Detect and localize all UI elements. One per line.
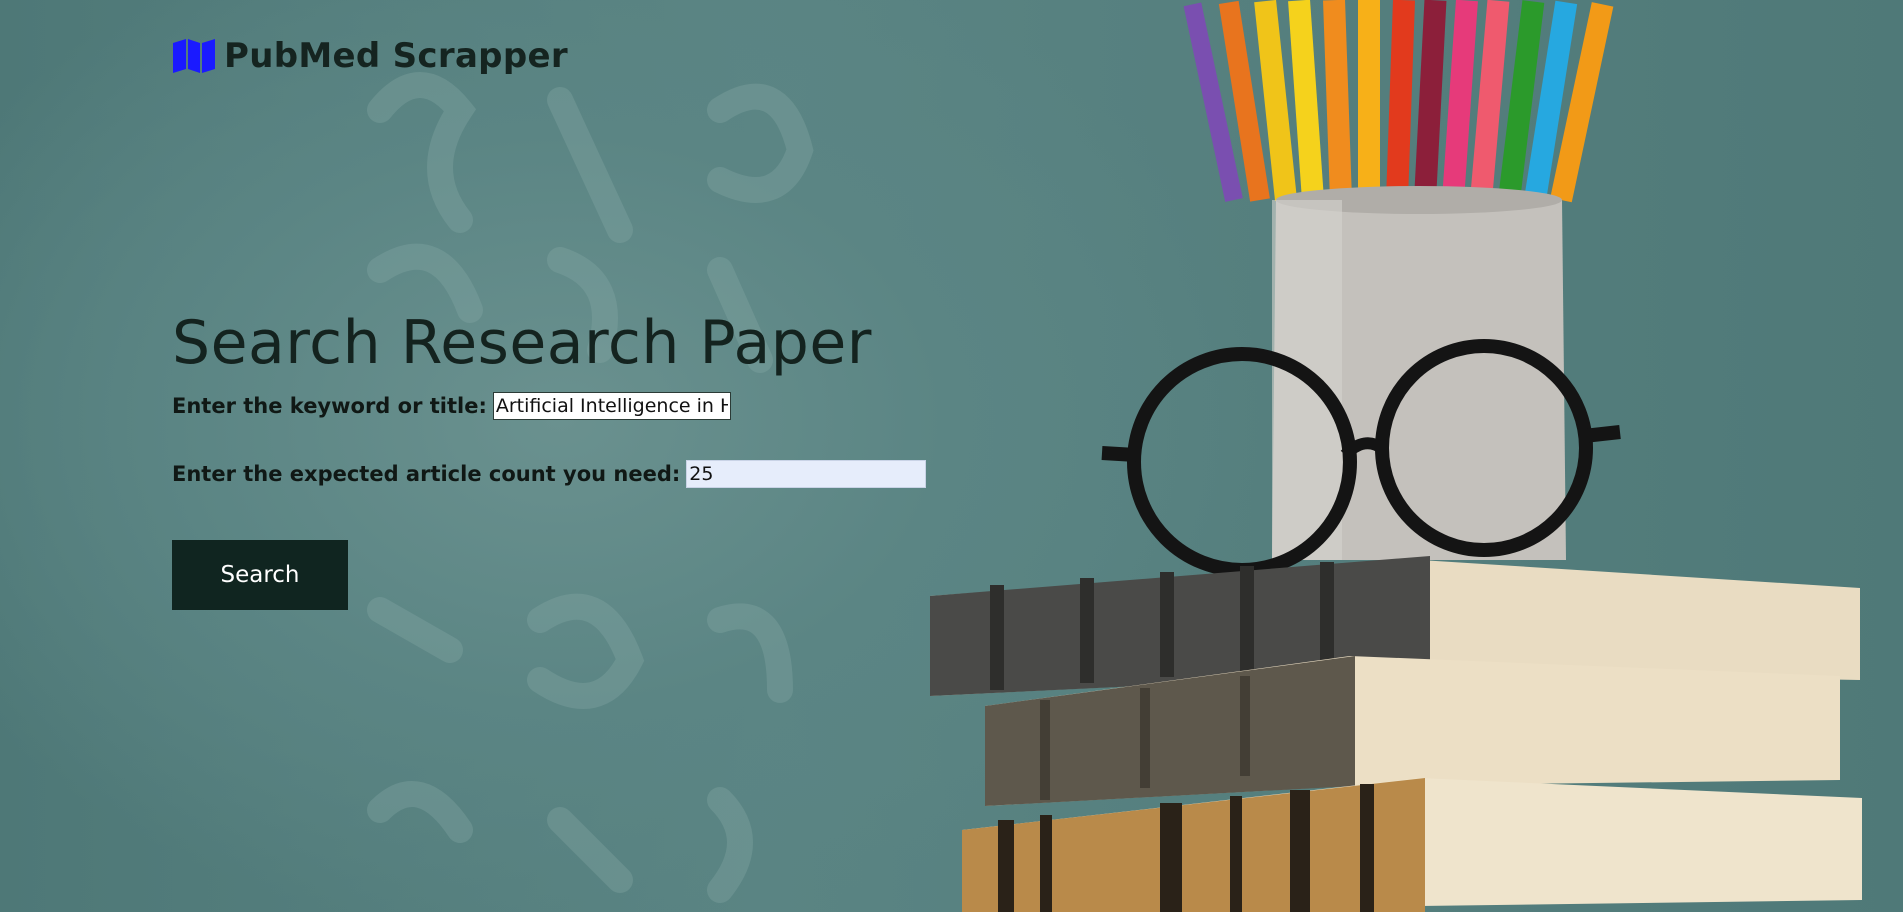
keyword-input[interactable] xyxy=(492,392,731,420)
brand[interactable]: PubMed Scrapper xyxy=(172,34,568,78)
book-stack xyxy=(930,556,1862,912)
brand-name: PubMed Scrapper xyxy=(224,36,568,76)
count-label: Enter the expected article count you nee… xyxy=(172,462,681,486)
map-icon xyxy=(173,39,215,73)
search-button[interactable]: Search xyxy=(172,540,348,610)
chalkboard-background xyxy=(0,0,1903,912)
count-input[interactable] xyxy=(686,460,927,488)
count-field-row: Enter the expected article count you nee… xyxy=(172,460,927,488)
keyword-label: Enter the keyword or title: xyxy=(172,394,487,418)
pencils xyxy=(1183,0,1614,203)
hero-illustration xyxy=(367,0,1862,912)
keyword-field-row: Enter the keyword or title: xyxy=(172,392,731,420)
hero: Search Research Paper xyxy=(172,308,872,378)
page-title: Search Research Paper xyxy=(172,308,872,378)
